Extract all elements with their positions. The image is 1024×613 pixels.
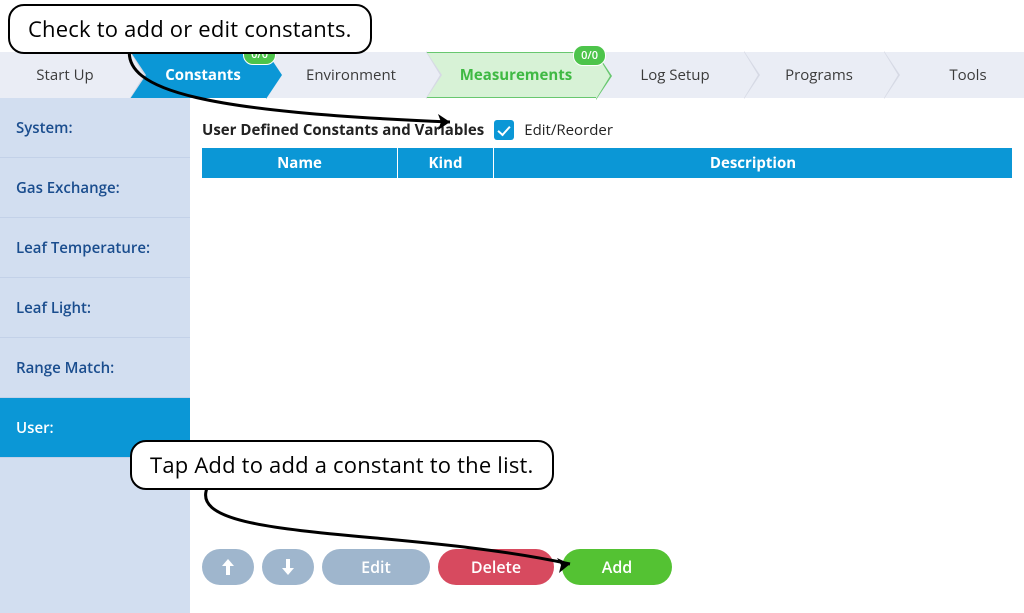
arrow-down-icon: [281, 558, 295, 576]
tab-label: Environment: [306, 65, 396, 85]
panel-title: User Defined Constants and Variables: [202, 120, 484, 140]
tab-label: Constants: [165, 65, 241, 85]
tab-startup[interactable]: Start Up: [0, 52, 130, 98]
arrow-up-icon: [221, 558, 235, 576]
sidebar-item-leaf-temperature[interactable]: Leaf Temperature:: [0, 218, 190, 278]
tab-constants[interactable]: Constants 0/0: [130, 52, 266, 98]
main-panel: User Defined Constants and Variables Edi…: [190, 98, 1024, 613]
move-down-button[interactable]: [262, 549, 314, 585]
sidebar-item-system[interactable]: System:: [0, 98, 190, 158]
edit-reorder-label: Edit/Reorder: [524, 120, 613, 140]
button-row: Edit Delete Add: [202, 549, 672, 585]
add-button[interactable]: Add: [562, 549, 672, 585]
sidebar: System: Gas Exchange: Leaf Temperature: …: [0, 98, 190, 613]
column-header-description: Description: [494, 148, 1012, 178]
tab-label: Tools: [949, 65, 986, 85]
sidebar-item-range-match[interactable]: Range Match:: [0, 338, 190, 398]
tab-label: Programs: [785, 65, 853, 85]
callout-tap-add: Tap Add to add a constant to the list.: [130, 440, 554, 490]
edit-reorder-checkbox[interactable]: [494, 120, 514, 140]
tab-tools[interactable]: Tools: [884, 52, 1024, 98]
edit-button[interactable]: Edit: [322, 549, 430, 585]
tab-label: Log Setup: [640, 65, 709, 85]
table-header: Name Kind Description: [202, 148, 1012, 178]
delete-button[interactable]: Delete: [438, 549, 554, 585]
column-header-kind: Kind: [398, 148, 494, 178]
badge-measurements: 0/0: [573, 45, 606, 66]
tab-measurements[interactable]: Measurements 0/0: [426, 52, 596, 98]
sidebar-item-leaf-light[interactable]: Leaf Light:: [0, 278, 190, 338]
tab-environment[interactable]: Environment: [266, 52, 426, 98]
column-header-name: Name: [202, 148, 398, 178]
panel-title-row: User Defined Constants and Variables Edi…: [202, 120, 613, 140]
sidebar-item-gas-exchange[interactable]: Gas Exchange:: [0, 158, 190, 218]
tab-label: Measurements: [460, 65, 572, 85]
tab-programs[interactable]: Programs: [744, 52, 884, 98]
tab-label: Start Up: [36, 65, 93, 85]
callout-check-constants: Check to add or edit constants.: [8, 4, 372, 54]
tab-logsetup[interactable]: Log Setup: [596, 52, 744, 98]
tab-bar: Start Up Constants 0/0 Environment Measu…: [0, 52, 1024, 98]
move-up-button[interactable]: [202, 549, 254, 585]
